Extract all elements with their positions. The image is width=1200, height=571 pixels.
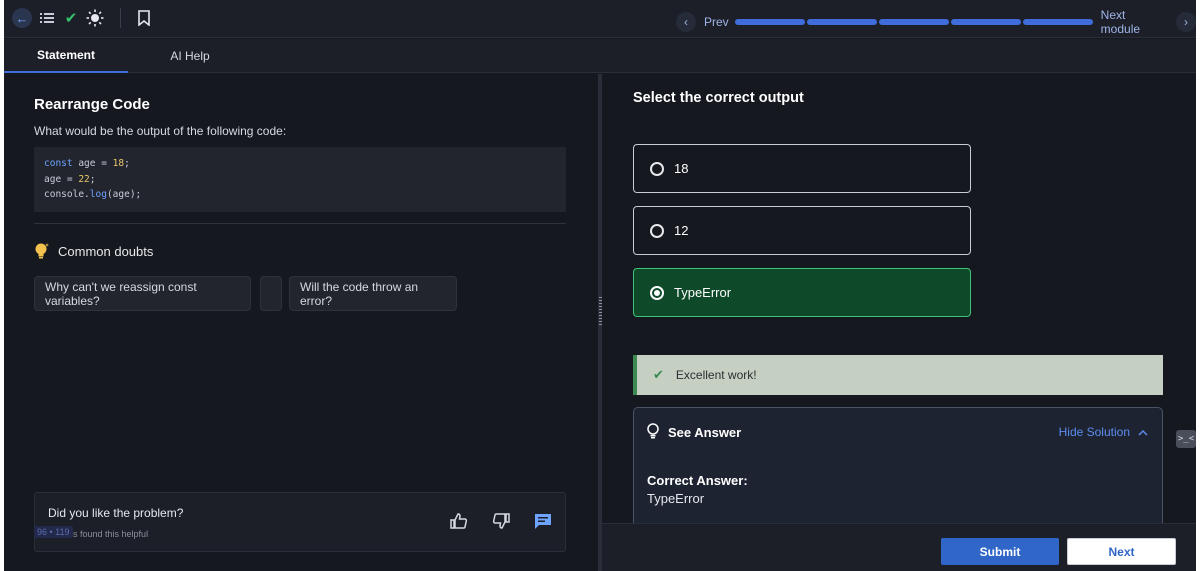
thumbs-up-icon[interactable] [449, 511, 469, 531]
feedback-question: Did you like the problem? [48, 506, 184, 520]
feedback-card: Did you like the problem? 4 users found … [34, 492, 566, 552]
option-label: 18 [674, 161, 689, 176]
check-icon: ✔ [653, 367, 664, 382]
comment-icon[interactable] [533, 511, 553, 531]
progress-segment [734, 19, 805, 25]
module-nav: ‹ Prev Next module › [676, 8, 1196, 36]
option-18[interactable]: 18 [633, 144, 971, 193]
see-answer-label: See Answer [668, 425, 742, 440]
doubt-chip-const[interactable]: Why can't we reassign const variables? [34, 276, 251, 311]
progress-segment [1022, 19, 1093, 25]
bulb-outline-icon [646, 423, 660, 442]
sun-icon[interactable] [86, 8, 104, 28]
progress-segment [950, 19, 1021, 25]
common-doubts-label: Common doubts [58, 243, 154, 259]
bookmark-icon[interactable] [135, 8, 153, 28]
feedback-actions [449, 511, 553, 531]
code-line-1: const age = 18; [44, 158, 130, 169]
see-answer-card: See Answer Hide Solution Correct Answer:… [633, 407, 1163, 537]
progress-segment [806, 19, 877, 25]
problem-description: What would be the output of the followin… [34, 124, 287, 138]
list-icon[interactable] [38, 8, 56, 28]
module-progress [734, 19, 1093, 25]
code-block: const age = 18; age = 22; console.log(ag… [34, 147, 566, 212]
next-module-button[interactable]: Next module [1101, 8, 1168, 36]
radio-icon [650, 161, 664, 176]
doubt-chip-empty[interactable] [260, 276, 282, 311]
problem-panel: Rearrange Code What would be the output … [4, 74, 598, 571]
tab-ai-help[interactable]: AI Help [128, 39, 252, 73]
code-line-3: console.log(age); [44, 189, 142, 200]
prev-chevron-icon[interactable]: ‹ [676, 12, 696, 32]
problem-title: Rearrange Code [34, 96, 150, 113]
tab-statement[interactable]: Statement [4, 39, 128, 73]
answer-panel: Select the correct output 18 12 TypeErro… [602, 74, 1196, 537]
check-icon: ✔ [64, 10, 78, 27]
lightbulb-icon [34, 242, 50, 260]
prev-button[interactable]: Prev [704, 15, 729, 29]
thumbs-down-icon[interactable] [491, 511, 511, 531]
hide-solution-label: Hide Solution [1058, 425, 1130, 439]
common-doubts-header: Common doubts [34, 242, 153, 260]
top-bar: ← ✔ ‹ Prev Next module › [4, 0, 1196, 38]
option-12[interactable]: 12 [633, 206, 971, 255]
right-header-strip [598, 39, 1196, 73]
top-bar-left: ← ✔ [12, 8, 153, 28]
next-chevron-icon[interactable]: › [1176, 12, 1196, 32]
code-line-2: age = 22; [44, 173, 96, 185]
overlay-badge: 96 • 119 [34, 526, 73, 538]
action-bar: Submit Next [602, 523, 1196, 571]
next-button[interactable]: Next [1067, 538, 1176, 565]
radio-icon [650, 223, 664, 238]
success-message: Excellent work! [675, 368, 757, 382]
radio-selected-icon [650, 285, 664, 300]
side-widget-icon[interactable]: >_< [1176, 430, 1196, 448]
top-bar-divider [120, 8, 121, 28]
option-typeerror[interactable]: TypeError [633, 268, 971, 317]
hide-solution-toggle[interactable]: Hide Solution [1059, 425, 1148, 439]
chevron-up-icon [1138, 425, 1148, 439]
back-arrow-icon[interactable]: ← [12, 8, 32, 28]
see-answer-header[interactable]: See Answer [646, 423, 741, 442]
correct-answer-label: Correct Answer: [647, 473, 748, 488]
correct-answer-value: TypeError [647, 491, 705, 506]
divider [34, 223, 566, 224]
option-label: 12 [674, 223, 689, 238]
doubt-chip-error[interactable]: Will the code throw an error? [289, 276, 457, 311]
submit-button[interactable]: Submit [941, 538, 1059, 565]
success-banner: ✔ Excellent work! [633, 355, 1163, 395]
app-root: ← ✔ ‹ Prev Next module › Statement AI He… [4, 0, 1196, 571]
progress-segment [878, 19, 949, 25]
statement-tabs: Statement AI Help [4, 39, 598, 73]
question-title: Select the correct output [633, 90, 804, 106]
option-label: TypeError [674, 285, 732, 300]
